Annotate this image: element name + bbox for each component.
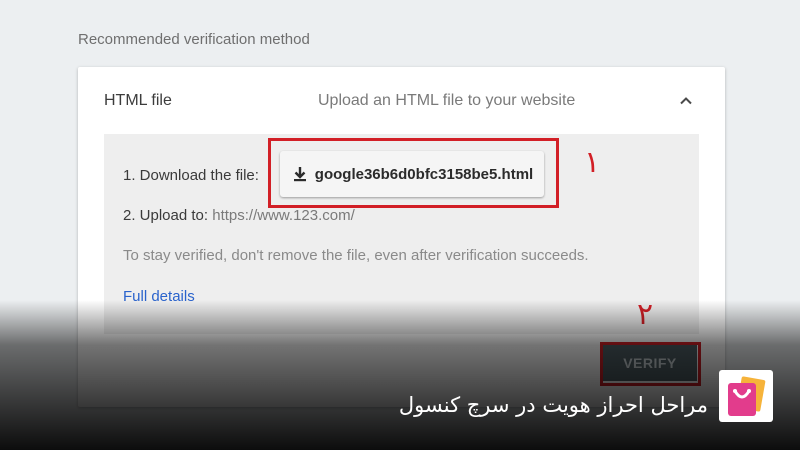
method-title[interactable]: HTML file [104,92,172,110]
logo [719,370,773,422]
stay-verified-note: To stay verified, don't remove the file,… [123,247,589,264]
shopping-bag-icon [728,376,766,416]
section-label: Recommended verification method [78,31,310,48]
annotation-marker-1: ۱ [584,145,601,180]
annotation-box-verify [600,342,701,386]
chevron-up-icon [680,97,692,105]
step1-label: 1. Download the file: [123,167,259,184]
annotation-marker-2: ۲ [637,297,654,332]
method-description[interactable]: Upload an HTML file to your website [318,92,575,110]
annotation-box-download [268,138,559,208]
full-details-link[interactable]: Full details [123,288,195,305]
step2-label: 2. Upload to: [123,207,209,224]
step2-url: https://www.123.com/ [212,207,355,224]
step2: 2. Upload to: https://www.123.com/ [123,207,355,224]
caption-text: مراحل احراز هویت در سرچ کنسول [398,393,708,417]
collapse-button[interactable] [674,89,698,113]
